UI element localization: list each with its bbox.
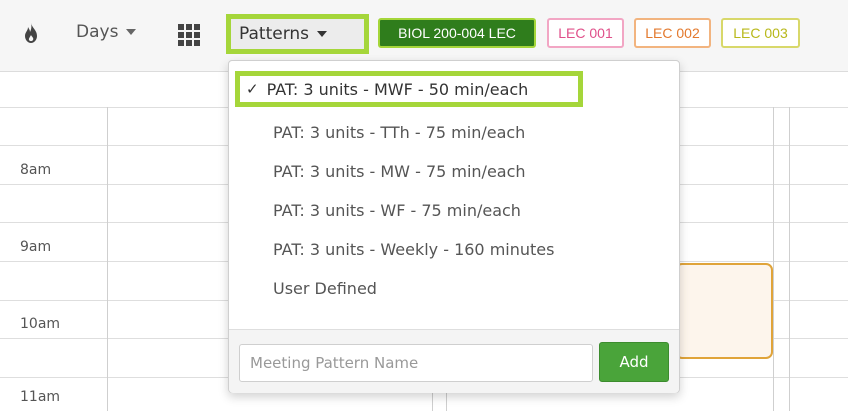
chip-lec-001[interactable]: LEC 001: [547, 18, 624, 48]
time-label: 8am: [20, 162, 52, 178]
chip-lec-002[interactable]: LEC 002: [634, 18, 711, 48]
menu-item-mw-75[interactable]: PAT: 3 units - MW - 75 min/each: [273, 162, 526, 181]
chip-lec-003[interactable]: LEC 003: [721, 18, 800, 48]
chip-biol-200-004-lec[interactable]: BIOL 200-004 LEC: [378, 18, 536, 48]
meeting-pattern-name-input[interactable]: [239, 344, 593, 382]
dropdown-footer: Add: [229, 329, 679, 393]
time-label: 9am: [20, 239, 52, 255]
menu-item-weekly-160[interactable]: PAT: 3 units - Weekly - 160 minutes: [273, 240, 554, 259]
menu-item-wf-75[interactable]: PAT: 3 units - WF - 75 min/each: [273, 201, 521, 220]
patterns-dropdown-button[interactable]: Patterns: [226, 14, 369, 54]
calendar-event[interactable]: [675, 263, 773, 359]
day-column-divider: [107, 107, 108, 411]
patterns-label: Patterns: [239, 24, 310, 44]
time-label: 11am: [20, 389, 61, 405]
fire-icon[interactable]: [22, 22, 40, 44]
patterns-dropdown-menu: ✓ PAT: 3 units - MWF - 50 min/each PAT: …: [228, 60, 680, 393]
chevron-down-icon: [126, 29, 137, 35]
menu-item-user-defined[interactable]: User Defined: [273, 279, 377, 298]
chevron-down-icon: [317, 31, 328, 37]
time-label: 10am: [20, 316, 61, 332]
days-dropdown[interactable]: Days: [76, 22, 137, 42]
check-icon: ✓: [246, 80, 259, 98]
menu-item-label: PAT: 3 units - MWF - 50 min/each: [266, 79, 529, 99]
day-column-divider: [773, 107, 774, 411]
menu-item-tth-75[interactable]: PAT: 3 units - TTh - 75 min/each: [273, 123, 525, 142]
day-column-divider: [789, 107, 790, 411]
grid-icon[interactable]: [178, 24, 200, 46]
add-button[interactable]: Add: [599, 342, 669, 382]
days-label: Days: [76, 22, 119, 42]
menu-item-mwf-50[interactable]: ✓ PAT: 3 units - MWF - 50 min/each: [235, 71, 583, 107]
